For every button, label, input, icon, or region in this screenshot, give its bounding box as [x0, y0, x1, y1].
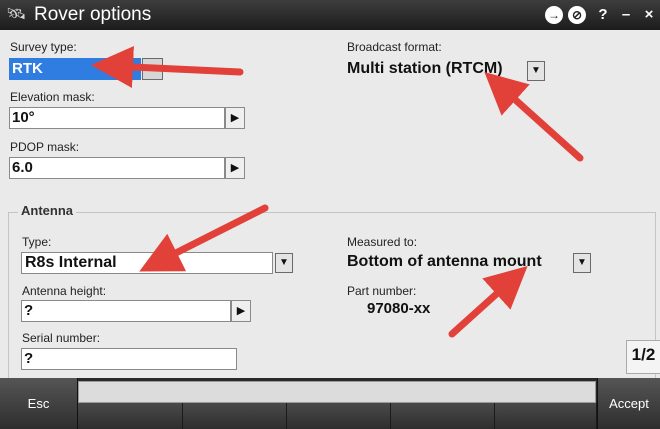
satellite-icon: 🛰	[6, 6, 27, 23]
page-indicator-button[interactable]: 1/2	[626, 340, 660, 374]
help-button[interactable]: ?	[596, 5, 610, 25]
antenna-height-label: Antenna height:	[22, 284, 107, 298]
no-connection-icon[interactable]: ⊘	[568, 6, 586, 24]
survey-type-label: Survey type:	[10, 40, 77, 54]
esc-button[interactable]: Esc	[0, 378, 78, 429]
antenna-type-label: Type:	[22, 235, 52, 249]
softkey-blank-2[interactable]	[183, 403, 287, 429]
antenna-type-field[interactable]: R8s Internal	[21, 252, 273, 274]
antenna-group-title: Antenna	[18, 203, 76, 218]
measured-to-label: Measured to:	[347, 235, 418, 249]
accept-button[interactable]: Accept	[597, 378, 660, 429]
pdop-mask-label: PDOP mask:	[10, 140, 80, 154]
broadcast-format-label: Broadcast format:	[347, 40, 442, 54]
softkey-blank-1[interactable]	[78, 403, 183, 429]
serial-number-label: Serial number:	[22, 331, 101, 345]
minimize-button[interactable]: –	[618, 5, 634, 25]
serial-number-field[interactable]: ?	[21, 348, 237, 370]
survey-type-dropdown-button[interactable]	[142, 58, 163, 80]
part-number-value: 97080-xx	[367, 300, 431, 317]
elevation-mask-arrow-button[interactable]: ▶	[225, 107, 245, 129]
measured-to-dropdown-button[interactable]: ▼	[573, 253, 591, 273]
window-title: Rover options	[34, 4, 152, 25]
pdop-mask-arrow-button[interactable]: ▶	[225, 157, 245, 179]
softkey-blank-3[interactable]	[287, 403, 391, 429]
measured-to-field[interactable]: Bottom of antenna mount	[347, 252, 571, 274]
softkey-blank-5[interactable]	[495, 403, 597, 429]
title-bar: 🛰 Rover options → ⊘ ? – ×	[0, 0, 660, 30]
status-prompt-field	[78, 381, 596, 403]
close-button[interactable]: ×	[641, 5, 657, 25]
part-number-label: Part number:	[347, 284, 417, 298]
elevation-mask-label: Elevation mask:	[10, 90, 95, 104]
antenna-height-field[interactable]: ?	[21, 300, 231, 322]
broadcast-format-dropdown-button[interactable]: ▼	[527, 61, 545, 81]
elevation-mask-field[interactable]: 10°	[9, 107, 225, 129]
antenna-height-arrow-button[interactable]: ▶	[231, 300, 251, 322]
antenna-type-dropdown-button[interactable]: ▼	[275, 253, 293, 273]
softkey-blank-4[interactable]	[391, 403, 495, 429]
broadcast-format-field[interactable]: Multi station (RTCM)	[347, 59, 525, 81]
pdop-mask-field[interactable]: 6.0	[9, 157, 225, 179]
gnss-status-icon[interactable]: →	[545, 6, 563, 24]
survey-type-field[interactable]: RTK	[9, 58, 141, 80]
